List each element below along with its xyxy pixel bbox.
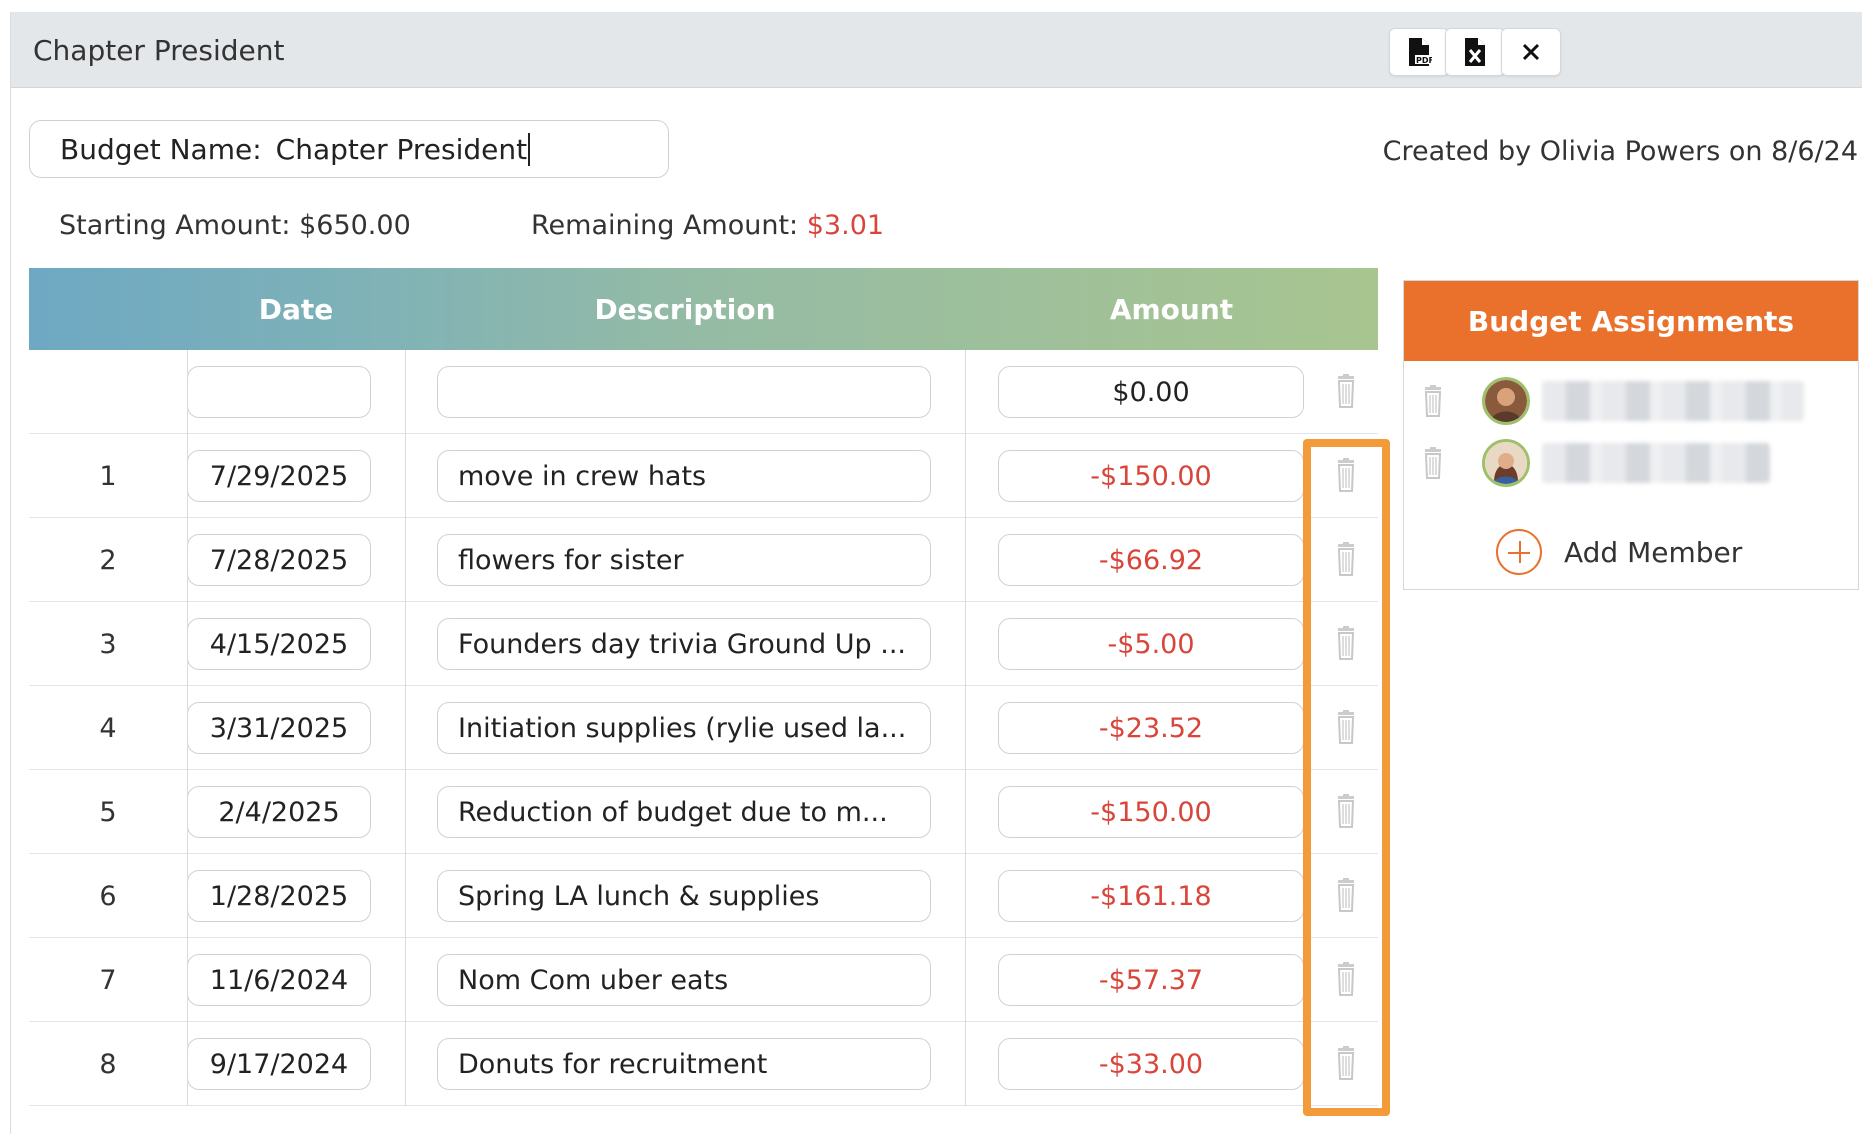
row-number: 1 [99, 460, 117, 492]
row-number: 2 [99, 544, 117, 576]
trash-icon[interactable] [1335, 1046, 1357, 1080]
table-row: 8 9/17/2024 Donuts for recruitment -$33.00 [29, 1022, 1378, 1106]
description-input[interactable] [437, 366, 931, 418]
trash-icon[interactable] [1335, 710, 1357, 744]
date-input[interactable] [187, 366, 371, 418]
table-row: 4 3/31/2025 Initiation supplies (rylie use… [29, 686, 1378, 770]
budget-assignments-title: Budget Assignments [1404, 281, 1858, 361]
trash-icon[interactable] [1335, 374, 1357, 408]
header-number [29, 268, 187, 350]
starting-amount-value: $650.00 [299, 210, 411, 241]
trash-icon[interactable] [1335, 542, 1357, 576]
amount-input[interactable]: -$33.00 [998, 1038, 1304, 1090]
member-name-redacted [1542, 443, 1770, 483]
remaining-amount-value: $3.01 [806, 210, 885, 241]
date-input[interactable]: 2/4/2025 [187, 786, 371, 838]
header-date: Date [258, 292, 334, 326]
new-entry-row: $0.00 [29, 350, 1378, 434]
add-member-button[interactable]: Add Member [1496, 529, 1742, 575]
amount-input[interactable]: -$23.52 [998, 702, 1304, 754]
date-input[interactable]: 1/28/2025 [187, 870, 371, 922]
trash-icon[interactable] [1335, 962, 1357, 996]
trash-icon[interactable] [1335, 878, 1357, 912]
file-pdf-icon: PDF [1409, 38, 1432, 66]
description-input[interactable]: Founders day trivia Ground Up ... [437, 618, 931, 670]
date-input[interactable]: 7/28/2025 [187, 534, 371, 586]
table-body: $0.00 1 7/29/2025 move in crew hats -$150.0… [29, 350, 1378, 1106]
amount-input[interactable]: -$5.00 [998, 618, 1304, 670]
amount-input[interactable]: -$161.18 [998, 870, 1304, 922]
column-divider [965, 350, 966, 1106]
budget-name-field[interactable]: Budget Name: Chapter President [29, 120, 669, 178]
table-row: 5 2/4/2025 Reduction of budget due to m...… [29, 770, 1378, 854]
budget-name-value[interactable]: Chapter President [276, 132, 531, 166]
export-pdf-button[interactable]: PDF [1389, 28, 1449, 76]
avatar [1482, 439, 1530, 487]
description-input[interactable]: Initiation supplies (rylie used la... [437, 702, 931, 754]
table-header: Date Description Amount [29, 268, 1378, 350]
plus-circle-icon [1496, 529, 1542, 575]
table-row: 7 11/6/2024 Nom Com uber eats -$57.37 [29, 938, 1378, 1022]
close-button[interactable] [1501, 28, 1561, 76]
table-row: 6 1/28/2025 Spring LA lunch & supplies -$16… [29, 854, 1378, 938]
starting-amount-label: Starting Amount: [59, 210, 291, 241]
svg-text:PDF: PDF [1416, 56, 1432, 65]
member-row [1404, 371, 1860, 431]
row-number: 3 [99, 628, 117, 660]
date-input[interactable]: 3/31/2025 [187, 702, 371, 754]
table-row: 3 4/15/2025 Founders day trivia Ground Up … [29, 602, 1378, 686]
row-number: 6 [99, 880, 117, 912]
budget-name-label: Budget Name: [60, 132, 262, 166]
remaining-amount: Remaining Amount: $3.01 [531, 210, 884, 241]
date-input[interactable]: 4/15/2025 [187, 618, 371, 670]
description-input[interactable]: flowers for sister [437, 534, 931, 586]
member-row [1404, 433, 1860, 493]
created-by-text: Created by Olivia Powers on 8/6/24 [1382, 136, 1858, 167]
row-number: 4 [99, 712, 117, 744]
date-input[interactable]: 9/17/2024 [187, 1038, 371, 1090]
trash-icon[interactable] [1422, 385, 1444, 417]
header-amount: Amount [1109, 292, 1234, 326]
amount-input[interactable]: -$150.00 [998, 450, 1304, 502]
description-input[interactable]: Nom Com uber eats [437, 954, 931, 1006]
amount-input[interactable]: -$150.00 [998, 786, 1304, 838]
file-excel-icon [1465, 38, 1485, 66]
table-row: 1 7/29/2025 move in crew hats -$150.00 [29, 434, 1378, 518]
trash-icon[interactable] [1422, 447, 1444, 479]
avatar [1482, 377, 1530, 425]
date-input[interactable]: 7/29/2025 [187, 450, 371, 502]
budget-assignments-panel: Budget Assignments Add Member [1403, 280, 1859, 590]
description-input[interactable]: Spring LA lunch & supplies [437, 870, 931, 922]
remaining-amount-label: Remaining Amount: [531, 210, 799, 241]
window-title: Chapter President [33, 34, 285, 67]
header-description: Description [594, 292, 776, 326]
date-input[interactable]: 11/6/2024 [187, 954, 371, 1006]
description-input[interactable]: Donuts for recruitment [437, 1038, 931, 1090]
transactions-table: Date Description Amount $0.00 1 7/29/2025… [29, 268, 1378, 1106]
table-row: 2 7/28/2025 flowers for sister -$66.92 [29, 518, 1378, 602]
row-number: 5 [99, 796, 117, 828]
row-number: 7 [99, 964, 117, 996]
amount-input[interactable]: -$66.92 [998, 534, 1304, 586]
column-divider [405, 350, 406, 1106]
row-number: 8 [99, 1048, 117, 1080]
member-name-redacted [1542, 381, 1804, 421]
row-number [29, 350, 187, 434]
budget-window: Chapter President PDF Budget Name: Chapt… [10, 12, 1862, 1134]
trash-icon[interactable] [1335, 458, 1357, 492]
trash-icon[interactable] [1335, 626, 1357, 660]
close-icon [1522, 43, 1540, 61]
description-input[interactable]: Reduction of budget due to m... [437, 786, 931, 838]
column-divider [187, 350, 188, 1106]
add-member-label: Add Member [1564, 535, 1743, 569]
export-excel-button[interactable] [1445, 28, 1505, 76]
title-bar: Chapter President PDF [11, 12, 1862, 88]
amounts-summary: Starting Amount: $650.00 Remaining Amoun… [59, 210, 884, 241]
description-input[interactable]: move in crew hats [437, 450, 931, 502]
amount-input[interactable]: $0.00 [998, 366, 1304, 418]
amount-input[interactable]: -$57.37 [998, 954, 1304, 1006]
trash-icon[interactable] [1335, 794, 1357, 828]
